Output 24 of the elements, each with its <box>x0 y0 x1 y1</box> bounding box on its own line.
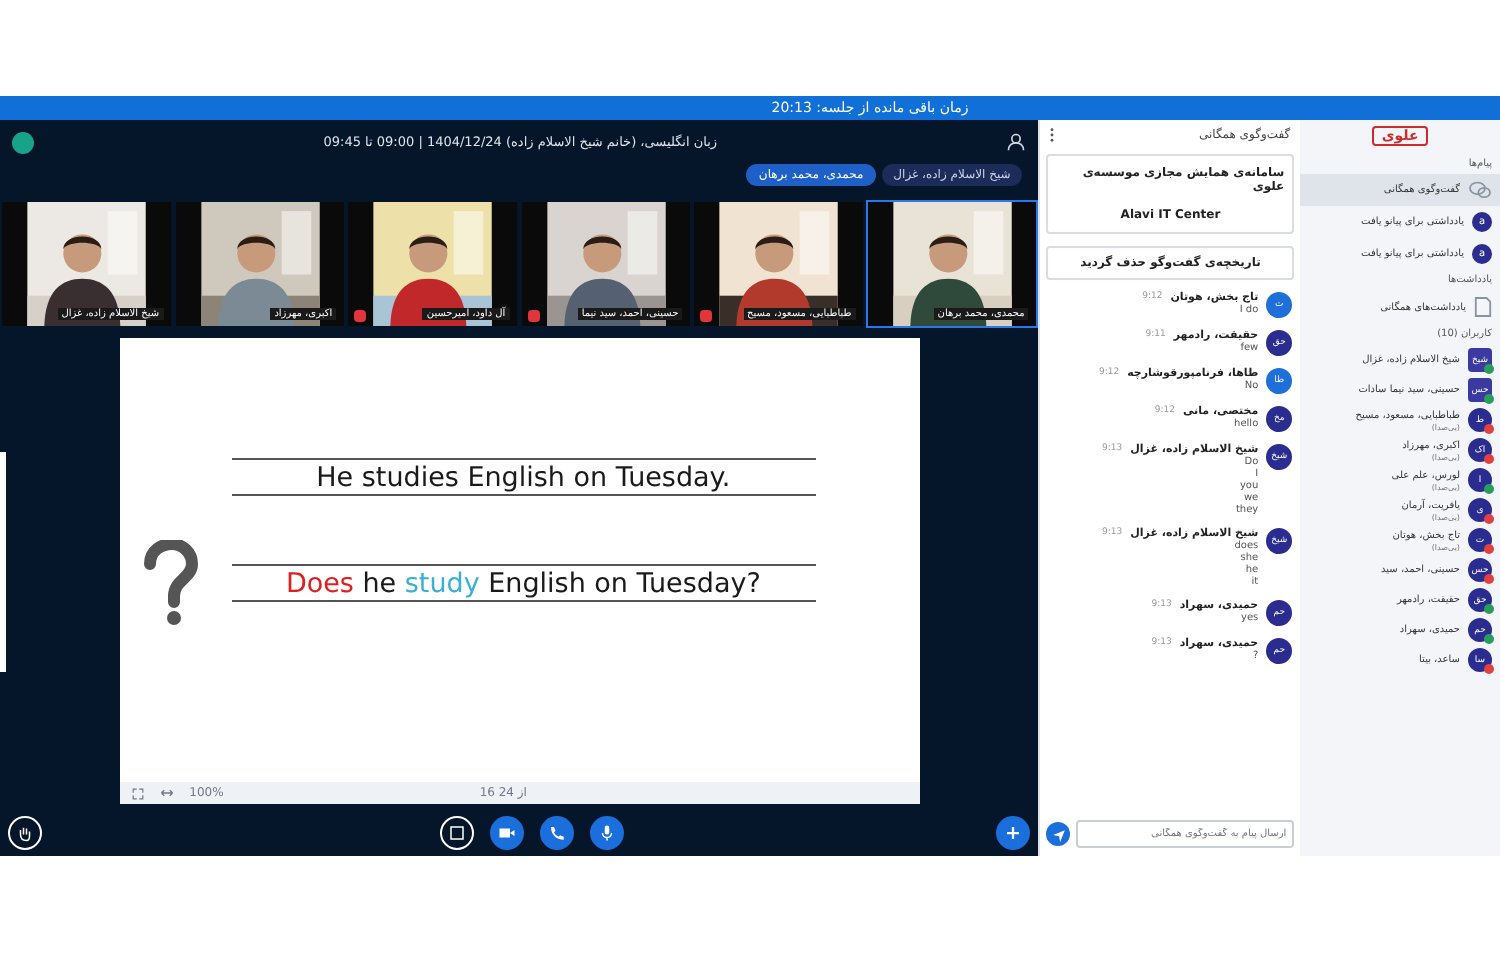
screen-share-button[interactable] <box>439 815 474 849</box>
send-icon <box>1051 827 1066 841</box>
fullscreen-icon[interactable] <box>131 787 144 799</box>
square-icon <box>447 823 466 841</box>
send-button[interactable] <box>1046 822 1071 846</box>
phone-button[interactable] <box>539 815 574 849</box>
microphone-icon <box>597 823 616 841</box>
slide-sentence: Does he study English on Tuesday? <box>285 567 761 599</box>
chat-bubbles-icon <box>1468 180 1492 200</box>
camera-button[interactable] <box>489 815 524 849</box>
app-logo-icon <box>12 131 34 153</box>
slide-sentence: He studies English on Tuesday. <box>316 461 731 493</box>
question-mark-drawing <box>139 540 200 628</box>
more-options-icon[interactable] <box>1050 128 1055 142</box>
fit-width-icon[interactable] <box>159 788 174 798</box>
add-button[interactable] <box>996 815 1031 849</box>
microphone-button[interactable] <box>589 815 624 849</box>
hand-icon <box>16 823 34 841</box>
document-icon <box>1474 296 1492 318</box>
plus-icon <box>1004 823 1023 841</box>
raise-hand-button[interactable] <box>8 815 42 849</box>
phone-icon <box>547 823 566 841</box>
user-icon[interactable] <box>1006 132 1027 152</box>
camera-icon <box>497 823 516 841</box>
